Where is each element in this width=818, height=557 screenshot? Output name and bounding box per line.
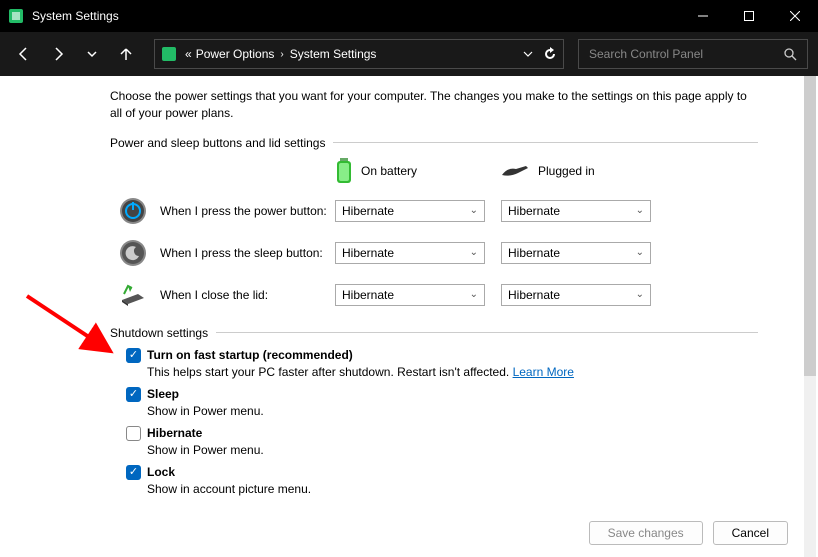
search-input[interactable]: Search Control Panel	[578, 39, 808, 69]
sleep-button-icon	[118, 238, 148, 268]
minimize-button[interactable]	[680, 0, 726, 32]
scrollbar-thumb[interactable]	[804, 76, 816, 376]
refresh-icon[interactable]	[543, 47, 557, 61]
lid-row: When I close the lid: Hibernate⌄ Hiberna…	[110, 274, 758, 316]
chevron-down-icon: ⌄	[470, 205, 478, 216]
titlebar: System Settings	[0, 0, 818, 32]
sleep-item: Sleep Show in Power menu.	[126, 387, 758, 418]
row-label: When I press the sleep button:	[160, 246, 335, 260]
checkbox-label: Turn on fast startup (recommended)	[147, 348, 353, 362]
chevron-down-icon[interactable]	[523, 49, 533, 59]
breadcrumb-system-settings[interactable]: System Settings	[290, 47, 377, 61]
search-placeholder: Search Control Panel	[589, 47, 703, 61]
section-title: Shutdown settings	[110, 326, 208, 340]
column-on-battery: On battery	[335, 158, 500, 184]
chevron-down-icon: ⌄	[636, 289, 644, 300]
recent-locations-button[interactable]	[78, 40, 106, 68]
section-title: Power and sleep buttons and lid settings	[110, 136, 325, 150]
hibernate-item: Hibernate Show in Power menu.	[126, 426, 758, 457]
chevron-down-icon: ⌄	[470, 289, 478, 300]
toolbar: « Power Options › System Settings Search…	[0, 32, 818, 76]
window-title: System Settings	[32, 9, 119, 23]
power-button-battery-select[interactable]: Hibernate⌄	[335, 200, 485, 222]
close-button[interactable]	[772, 0, 818, 32]
sleep-button-row: When I press the sleep button: Hibernate…	[110, 232, 758, 274]
sleep-checkbox[interactable]	[126, 387, 141, 402]
checkbox-label: Hibernate	[147, 426, 202, 440]
save-changes-button[interactable]: Save changes	[589, 521, 703, 545]
breadcrumb-prefix: «	[185, 47, 192, 61]
maximize-button[interactable]	[726, 0, 772, 32]
checkbox-description: Show in account picture menu.	[147, 482, 758, 496]
forward-button[interactable]	[44, 40, 72, 68]
learn-more-link[interactable]: Learn More	[513, 365, 574, 379]
control-panel-icon	[161, 46, 177, 62]
shutdown-section: Shutdown settings Turn on fast startup (…	[110, 326, 758, 496]
power-button-plugged-select[interactable]: Hibernate⌄	[501, 200, 651, 222]
intro-text: Choose the power settings that you want …	[110, 88, 758, 122]
column-plugged-in: Plugged in	[500, 158, 650, 184]
checkbox-label: Lock	[147, 465, 175, 479]
chevron-down-icon: ⌄	[636, 205, 644, 216]
sleep-button-battery-select[interactable]: Hibernate⌄	[335, 242, 485, 264]
hibernate-checkbox[interactable]	[126, 426, 141, 441]
checkbox-description: Show in Power menu.	[147, 443, 758, 457]
search-icon	[783, 47, 797, 61]
chevron-right-icon: ›	[280, 49, 283, 60]
lock-item: Lock Show in account picture menu.	[126, 465, 758, 496]
power-button-row: When I press the power button: Hibernate…	[110, 190, 758, 232]
lid-icon	[118, 280, 148, 310]
sleep-button-plugged-select[interactable]: Hibernate⌄	[501, 242, 651, 264]
power-button-icon	[118, 196, 148, 226]
fast-startup-item: Turn on fast startup (recommended) This …	[126, 348, 758, 379]
plug-icon	[500, 163, 530, 179]
back-button[interactable]	[10, 40, 38, 68]
lid-battery-select[interactable]: Hibernate⌄	[335, 284, 485, 306]
checkbox-label: Sleep	[147, 387, 179, 401]
battery-icon	[335, 158, 353, 184]
checkbox-description: Show in Power menu.	[147, 404, 758, 418]
content-pane: Choose the power settings that you want …	[0, 76, 818, 557]
annotation-arrow	[22, 291, 122, 361]
checkbox-description: This helps start your PC faster after sh…	[147, 365, 758, 379]
chevron-down-icon: ⌄	[636, 247, 644, 258]
row-label: When I press the power button:	[160, 204, 335, 218]
breadcrumb-power-options[interactable]: Power Options	[196, 47, 275, 61]
row-label: When I close the lid:	[160, 288, 335, 302]
cancel-button[interactable]: Cancel	[713, 521, 788, 545]
up-button[interactable]	[112, 40, 140, 68]
chevron-down-icon: ⌄	[470, 247, 478, 258]
address-bar[interactable]: « Power Options › System Settings	[154, 39, 564, 69]
lock-checkbox[interactable]	[126, 465, 141, 480]
lid-plugged-select[interactable]: Hibernate⌄	[501, 284, 651, 306]
control-panel-icon	[8, 8, 24, 24]
footer-buttons: Save changes Cancel	[589, 521, 788, 545]
fast-startup-checkbox[interactable]	[126, 348, 141, 363]
power-sleep-section: Power and sleep buttons and lid settings…	[110, 136, 758, 316]
